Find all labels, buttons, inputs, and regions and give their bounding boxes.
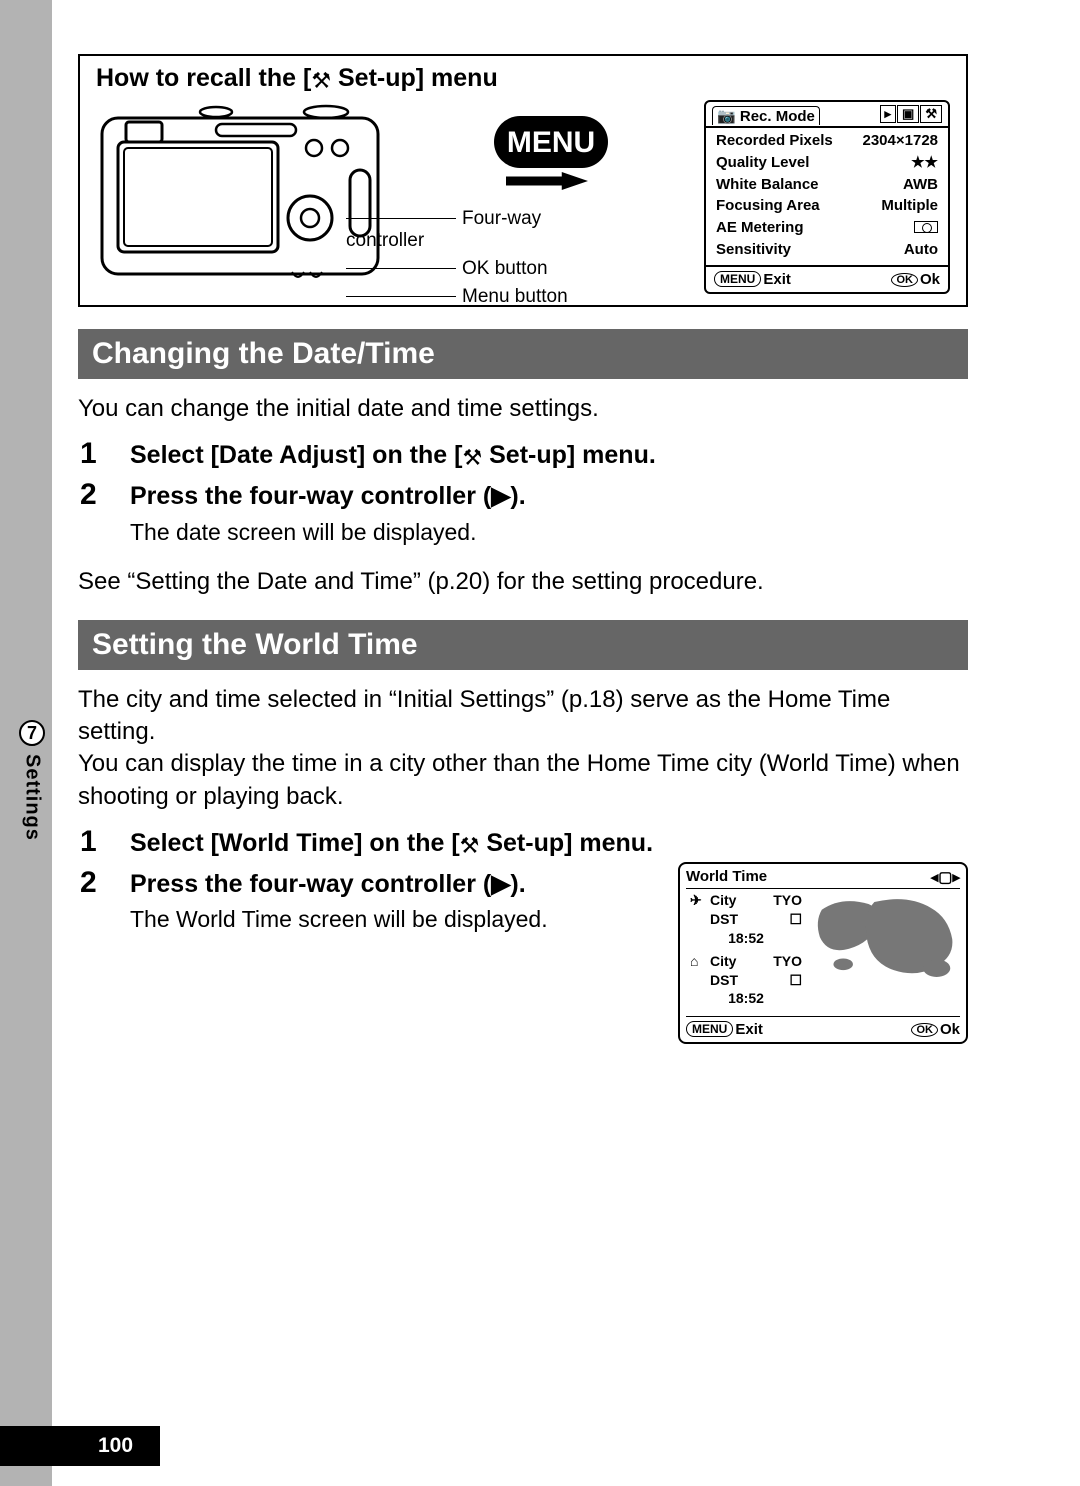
metering-icon (914, 221, 938, 233)
menu-footer-ok: OKOk (891, 271, 940, 288)
tab-setup-icon: ⚒ (920, 105, 942, 123)
setup-tools-icon: ⚒ (311, 68, 331, 94)
recall-setup-box: How to recall the [⚒ Set-up] menu (78, 54, 968, 307)
menu-key-ae: AE Metering (716, 217, 804, 239)
wt-title: World Time (686, 868, 767, 885)
menu-key-wb: White Balance (716, 174, 819, 196)
menu-key-focus: Focusing Area (716, 195, 820, 217)
checkbox-icon: ☐ (789, 910, 802, 929)
wt-dst-label2: DST (690, 971, 738, 990)
menu-val-sens: Auto (904, 239, 938, 261)
chapter-number-circle: 7 (19, 720, 45, 746)
tab-rec-mode: 📷 Rec. Mode (712, 106, 820, 125)
recall-title-post: Set-up] menu (331, 64, 498, 92)
setup-tools-icon: ⚒ (462, 442, 482, 474)
menu-val-pixels: 2304×1728 (863, 130, 939, 152)
label-menu: Menu button (346, 286, 596, 308)
step-number: 2 (80, 478, 102, 545)
menu-val-wb: AWB (903, 174, 938, 196)
page-number: 100 (98, 1434, 133, 1458)
rec-mode-menu-body: Recorded Pixels 2304×1728 Quality Level ★★… (706, 128, 948, 265)
house-icon: ⌂ (690, 952, 710, 971)
menu-key-sens: Sensitivity (716, 239, 791, 261)
arrow-right-icon (506, 172, 588, 190)
checkbox-icon: ☐ (789, 971, 802, 990)
menu-footer-exit: MENUExit (714, 271, 791, 288)
world-time-screen: World Time ◂▢▸ ✈CityTYO DST☐ 18:52 ⌂City… (678, 862, 968, 1044)
section2-intro: The city and time selected in “Initial S… (78, 684, 968, 814)
menu-button-graphic: MENU (492, 114, 610, 170)
chapter-label: Settings (21, 754, 44, 841)
wt-dest-time: 18:52 (686, 929, 806, 948)
step-number: 1 (80, 825, 102, 862)
wt-destination-group: ✈CityTYO DST☐ 18:52 (686, 891, 806, 948)
step-number: 1 (80, 437, 102, 474)
wt-home-group: ⌂CityTYO DST☐ 18:52 (686, 952, 806, 1009)
page-number-box (0, 1426, 160, 1466)
step2-sub: The date screen will be displayed. (130, 519, 968, 546)
wt-home-time: 18:52 (686, 989, 806, 1008)
step-number: 2 (80, 866, 102, 1044)
label-ok: OK button (346, 258, 596, 280)
wt-home-city: TYO (773, 952, 802, 971)
step1-title: Select [Date Adjust] on the [⚒ Set-up] m… (130, 437, 968, 474)
recall-title-pre: How to recall the [ (96, 64, 311, 92)
menu-key-pixels: Recorded Pixels (716, 130, 833, 152)
step2-title: Press the four-way controller (▶). (130, 478, 968, 514)
wt-dest-city: TYO (773, 891, 802, 910)
rec-mode-menu-screen: 📷 Rec. Mode ▸ ▣ ⚒ Recorded Pixels 2304×17… (704, 100, 950, 294)
recall-title: How to recall the [⚒ Set-up] menu (96, 64, 950, 94)
page-content: How to recall the [⚒ Set-up] menu (78, 54, 968, 1048)
setup-tools-icon: ⚒ (460, 830, 480, 862)
wt-dst-label: DST (690, 910, 738, 929)
section2-steps: 1 Select [World Time] on the [⚒ Set-up] … (80, 825, 968, 1044)
camera-icon (96, 100, 386, 290)
tab-play-icon: ▣ (897, 105, 919, 123)
wt-toggle-icon: ◂▢▸ (931, 868, 960, 886)
wt-step2-sub: The World Time screen will be displayed. (130, 906, 662, 933)
section-heading-worldtime: Setting the World Time (78, 620, 968, 670)
menu-val-focus: Multiple (881, 195, 938, 217)
section1-steps: 1 Select [Date Adjust] on the [⚒ Set-up]… (80, 437, 968, 545)
wt-step2-title: Press the four-way controller (▶). (130, 866, 662, 902)
wt-step1-title: Select [World Time] on the [⚒ Set-up] me… (130, 825, 968, 862)
menu-val-ae (914, 217, 938, 239)
airplane-icon: ✈ (690, 891, 710, 910)
side-tab: 7 Settings (14, 720, 50, 841)
menu-key-quality: Quality Level (716, 152, 809, 174)
section-heading-datetime: Changing the Date/Time (78, 329, 968, 379)
wt-footer-exit: MENUExit (686, 1021, 763, 1038)
wt-footer-ok: OKOk (911, 1021, 960, 1038)
camera-diagram: MENU Four-way controller OK button Menu … (96, 100, 596, 295)
label-fourway: Four-way controller (346, 208, 596, 252)
menu-val-quality: ★★ (911, 152, 938, 174)
world-map-icon (814, 891, 960, 987)
section1-intro: You can change the initial date and time… (78, 393, 968, 425)
section1-reference: See “Setting the Date and Time” (p.20) f… (78, 568, 968, 596)
menu-word: MENU (507, 126, 595, 159)
tab-playback-icon: ▸ (880, 105, 897, 123)
